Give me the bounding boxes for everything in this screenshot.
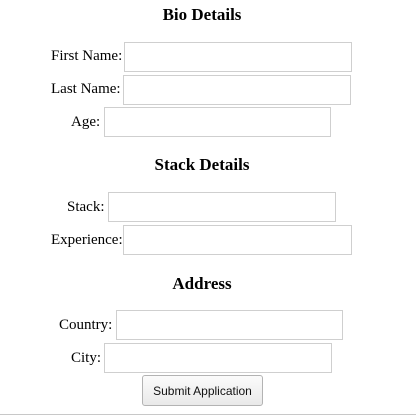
country-field[interactable] [116,310,343,340]
last-name-label: Last Name: [51,81,121,97]
stack-label: Stack: [67,199,105,215]
age-field[interactable] [104,107,331,137]
experience-field[interactable] [123,225,352,255]
last-name-field[interactable] [123,75,351,105]
stack-field[interactable] [108,192,336,222]
address-heading: Address [172,274,232,293]
first-name-field[interactable] [124,42,352,72]
submit-application-button[interactable]: Submit Application [142,375,263,406]
country-label: Country: [59,317,113,333]
application-form: Bio Details First Name: Last Name: Age: … [0,0,416,416]
city-field[interactable] [104,343,332,373]
experience-label: Experience: [51,232,123,248]
age-label: Age: [71,114,101,130]
stack-details-heading: Stack Details [154,155,250,174]
bio-details-heading: Bio Details [162,5,242,24]
bottom-divider [0,414,416,415]
city-label: City: [71,350,102,366]
first-name-label: First Name: [51,48,123,64]
